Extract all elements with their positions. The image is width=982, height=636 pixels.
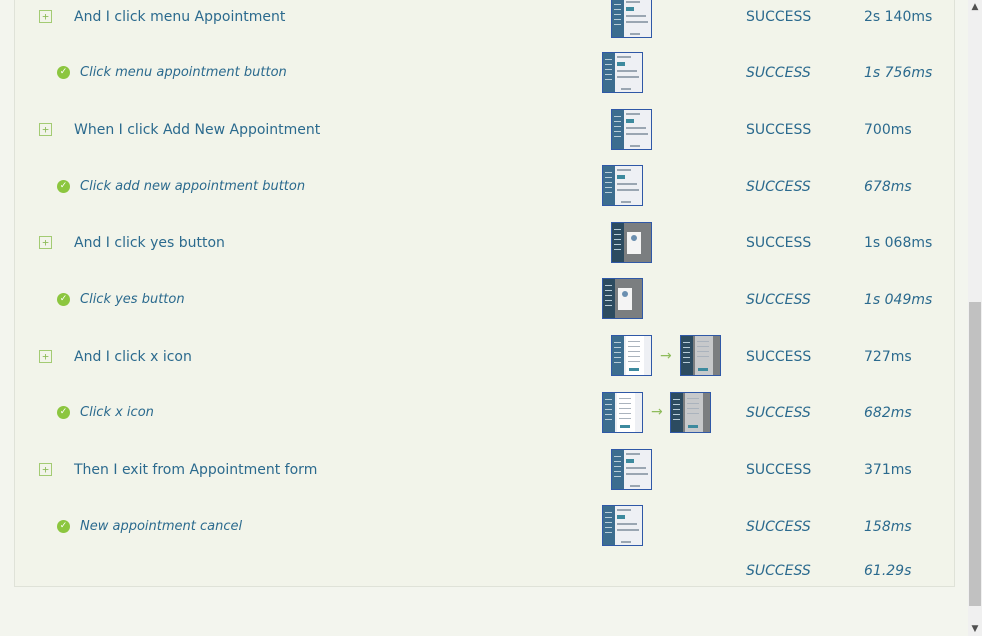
total-status-text: SUCCESS bbox=[746, 563, 811, 579]
substep-label: Click yes button bbox=[80, 292, 185, 307]
duration-text: 2s 140ms bbox=[864, 9, 933, 25]
plus-square-icon[interactable]: + bbox=[39, 236, 52, 249]
status-text: SUCCESS bbox=[746, 349, 812, 365]
status-text: SUCCESS bbox=[746, 235, 812, 251]
screenshot-thumbnail[interactable] bbox=[602, 505, 643, 546]
vertical-scrollbar[interactable]: ▲ ▼ bbox=[968, 0, 982, 636]
check-circle-icon: ✓ bbox=[57, 180, 70, 193]
step-row[interactable]: + And I click yes button SUCCESS 1s 068m… bbox=[15, 222, 954, 266]
screenshot-thumbnail[interactable] bbox=[611, 222, 652, 263]
screenshot-thumbnail[interactable] bbox=[602, 52, 643, 93]
step-label: When I click Add New Appointment bbox=[74, 122, 321, 138]
check-circle-icon: ✓ bbox=[57, 66, 70, 79]
substep-row: ✓ New appointment cancel SUCCESS 158ms bbox=[15, 505, 954, 550]
duration-text: 1s 756ms bbox=[864, 65, 933, 81]
status-text: SUCCESS bbox=[746, 9, 812, 25]
check-circle-icon: ✓ bbox=[57, 406, 70, 419]
substep-row: ✓ Click x icon → SUCCESS 682ms bbox=[15, 392, 954, 436]
substep-row: ✓ Click menu appointment button SUCCESS … bbox=[15, 52, 954, 97]
screenshot-thumbnail[interactable] bbox=[611, 0, 652, 38]
status-text: SUCCESS bbox=[746, 122, 812, 138]
chevron-down-icon[interactable]: ▼ bbox=[968, 622, 982, 636]
duration-text: 682ms bbox=[864, 405, 912, 421]
step-row[interactable]: + When I click Add New Appointment SUCCE… bbox=[15, 109, 954, 153]
total-duration-text: 61.29s bbox=[864, 563, 912, 579]
check-circle-icon: ✓ bbox=[57, 293, 70, 306]
step-row[interactable]: + And I click x icon → SUCCESS 727ms bbox=[15, 335, 954, 380]
duration-text: 1s 049ms bbox=[864, 292, 933, 308]
step-label: Then I exit from Appointment form bbox=[74, 462, 318, 478]
substep-row: ✓ Click add new appointment button SUCCE… bbox=[15, 165, 954, 210]
substep-label: New appointment cancel bbox=[80, 519, 243, 534]
duration-text: 158ms bbox=[864, 519, 912, 535]
report-page: + And I click menu Appointment SUCCESS 2… bbox=[0, 0, 982, 636]
scrollbar-thumb[interactable] bbox=[969, 302, 981, 606]
screenshot-thumbnail[interactable] bbox=[670, 392, 711, 433]
status-text: SUCCESS bbox=[746, 292, 811, 308]
plus-square-icon[interactable]: + bbox=[39, 123, 52, 136]
screenshot-thumbnail[interactable] bbox=[611, 335, 652, 376]
duration-text: 1s 068ms bbox=[864, 235, 933, 251]
step-row[interactable]: + Then I exit from Appointment form SUCC… bbox=[15, 449, 954, 493]
status-text: SUCCESS bbox=[746, 519, 811, 535]
duration-text: 678ms bbox=[864, 179, 912, 195]
screenshot-thumbnail[interactable] bbox=[611, 449, 652, 490]
step-row[interactable]: + And I click menu Appointment SUCCESS 2… bbox=[15, 0, 954, 40]
screenshot-thumbnail[interactable] bbox=[680, 335, 721, 376]
arrow-right-icon: → bbox=[660, 348, 672, 364]
step-label: And I click x icon bbox=[74, 349, 192, 365]
screenshot-thumbnail[interactable] bbox=[602, 392, 643, 433]
step-label: And I click menu Appointment bbox=[74, 9, 286, 25]
chevron-up-icon[interactable]: ▲ bbox=[968, 0, 982, 14]
status-text: SUCCESS bbox=[746, 179, 811, 195]
check-circle-icon: ✓ bbox=[57, 520, 70, 533]
substep-row: ✓ Click yes button SUCCESS 1s 049ms bbox=[15, 278, 954, 323]
duration-text: 371ms bbox=[864, 462, 912, 478]
duration-text: 727ms bbox=[864, 349, 912, 365]
duration-text: 700ms bbox=[864, 122, 912, 138]
plus-square-icon[interactable]: + bbox=[39, 463, 52, 476]
plus-square-icon[interactable]: + bbox=[39, 350, 52, 363]
plus-square-icon[interactable]: + bbox=[39, 10, 52, 23]
substep-label: Click x icon bbox=[80, 405, 154, 420]
arrow-right-icon: → bbox=[651, 404, 663, 420]
status-text: SUCCESS bbox=[746, 462, 812, 478]
substep-label: Click menu appointment button bbox=[80, 65, 287, 80]
status-text: SUCCESS bbox=[746, 405, 811, 421]
status-text: SUCCESS bbox=[746, 65, 811, 81]
steps-panel: + And I click menu Appointment SUCCESS 2… bbox=[14, 0, 955, 587]
screenshot-thumbnail[interactable] bbox=[602, 165, 643, 206]
screenshot-thumbnail[interactable] bbox=[611, 109, 652, 150]
substep-label: Click add new appointment button bbox=[80, 179, 306, 194]
step-label: And I click yes button bbox=[74, 235, 225, 251]
screenshot-thumbnail[interactable] bbox=[602, 278, 643, 319]
